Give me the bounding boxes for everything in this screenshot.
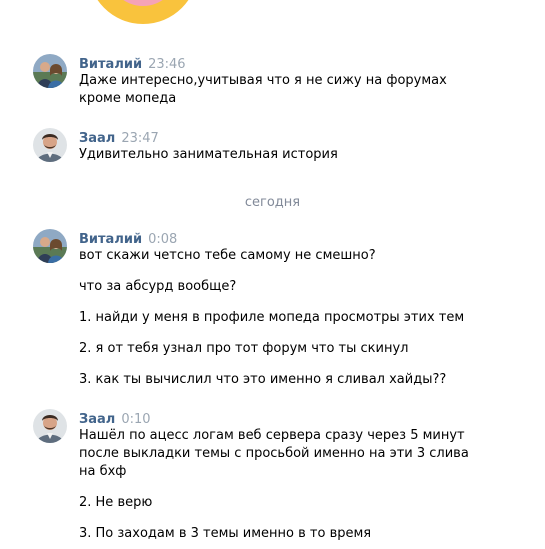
message-text: вот скажи четсно тебе самому не смешно? xyxy=(79,248,376,263)
message-time[interactable]: 23:46 xyxy=(148,57,185,72)
message-text: кроме мопеда xyxy=(79,91,177,106)
message-text: после выкладки темы с просьбой именно на… xyxy=(79,446,469,461)
avatar-zaal[interactable] xyxy=(33,128,67,162)
message-time[interactable]: 0:10 xyxy=(121,412,150,427)
author-name[interactable]: Заал xyxy=(79,131,115,146)
author-name[interactable]: Заал xyxy=(79,412,115,427)
message-text: 1. найди у меня в профиле мопеда просмот… xyxy=(79,310,465,325)
message-text: что за абсурд вообще? xyxy=(79,279,237,294)
avatar-vitaliy[interactable] xyxy=(33,54,67,88)
message-header: Заал 0:10 xyxy=(79,409,539,427)
message-text: на бхф xyxy=(79,464,127,479)
message-body: Виталий 0:08 вот скажи четсно тебе самому… xyxy=(79,229,539,389)
message-text: Даже интересно,учитывая что я не сижу на… xyxy=(79,73,447,88)
avatar-zaal[interactable] xyxy=(33,409,67,443)
message-text: 2. я от тебя узнал про тот форум что ты … xyxy=(79,341,409,356)
message-body: Заал 23:47 Удивительно занимательная исто… xyxy=(79,128,539,164)
message-text: Нашёл по ацесс логам веб сервера сразу ч… xyxy=(79,428,465,443)
message-body: Виталий 23:46 Даже интересно,учитывая что… xyxy=(79,54,539,108)
date-separator: сегодня xyxy=(244,195,301,210)
message-body: Заал 0:10 Нашёл по ацесс логам веб сервер… xyxy=(79,409,539,543)
message-text: 2. Не верю xyxy=(79,495,153,510)
message-text: 3. как ты вычислил что это именно я слив… xyxy=(79,372,447,387)
author-name[interactable]: Виталий xyxy=(79,57,142,72)
avatar-vitaliy[interactable] xyxy=(33,229,67,263)
message-header: Виталий 23:46 xyxy=(79,54,539,72)
message-header: Виталий 0:08 xyxy=(79,229,539,247)
message-time[interactable]: 0:08 xyxy=(148,232,177,247)
sticker-image xyxy=(88,0,198,24)
message-time[interactable]: 23:47 xyxy=(121,131,158,146)
author-name[interactable]: Виталий xyxy=(79,232,142,247)
message-text: 3. По заходам в 3 темы именно в то время xyxy=(79,526,372,541)
message-header: Заал 23:47 xyxy=(79,128,539,146)
message-text: Удивительно занимательная история xyxy=(79,147,338,162)
